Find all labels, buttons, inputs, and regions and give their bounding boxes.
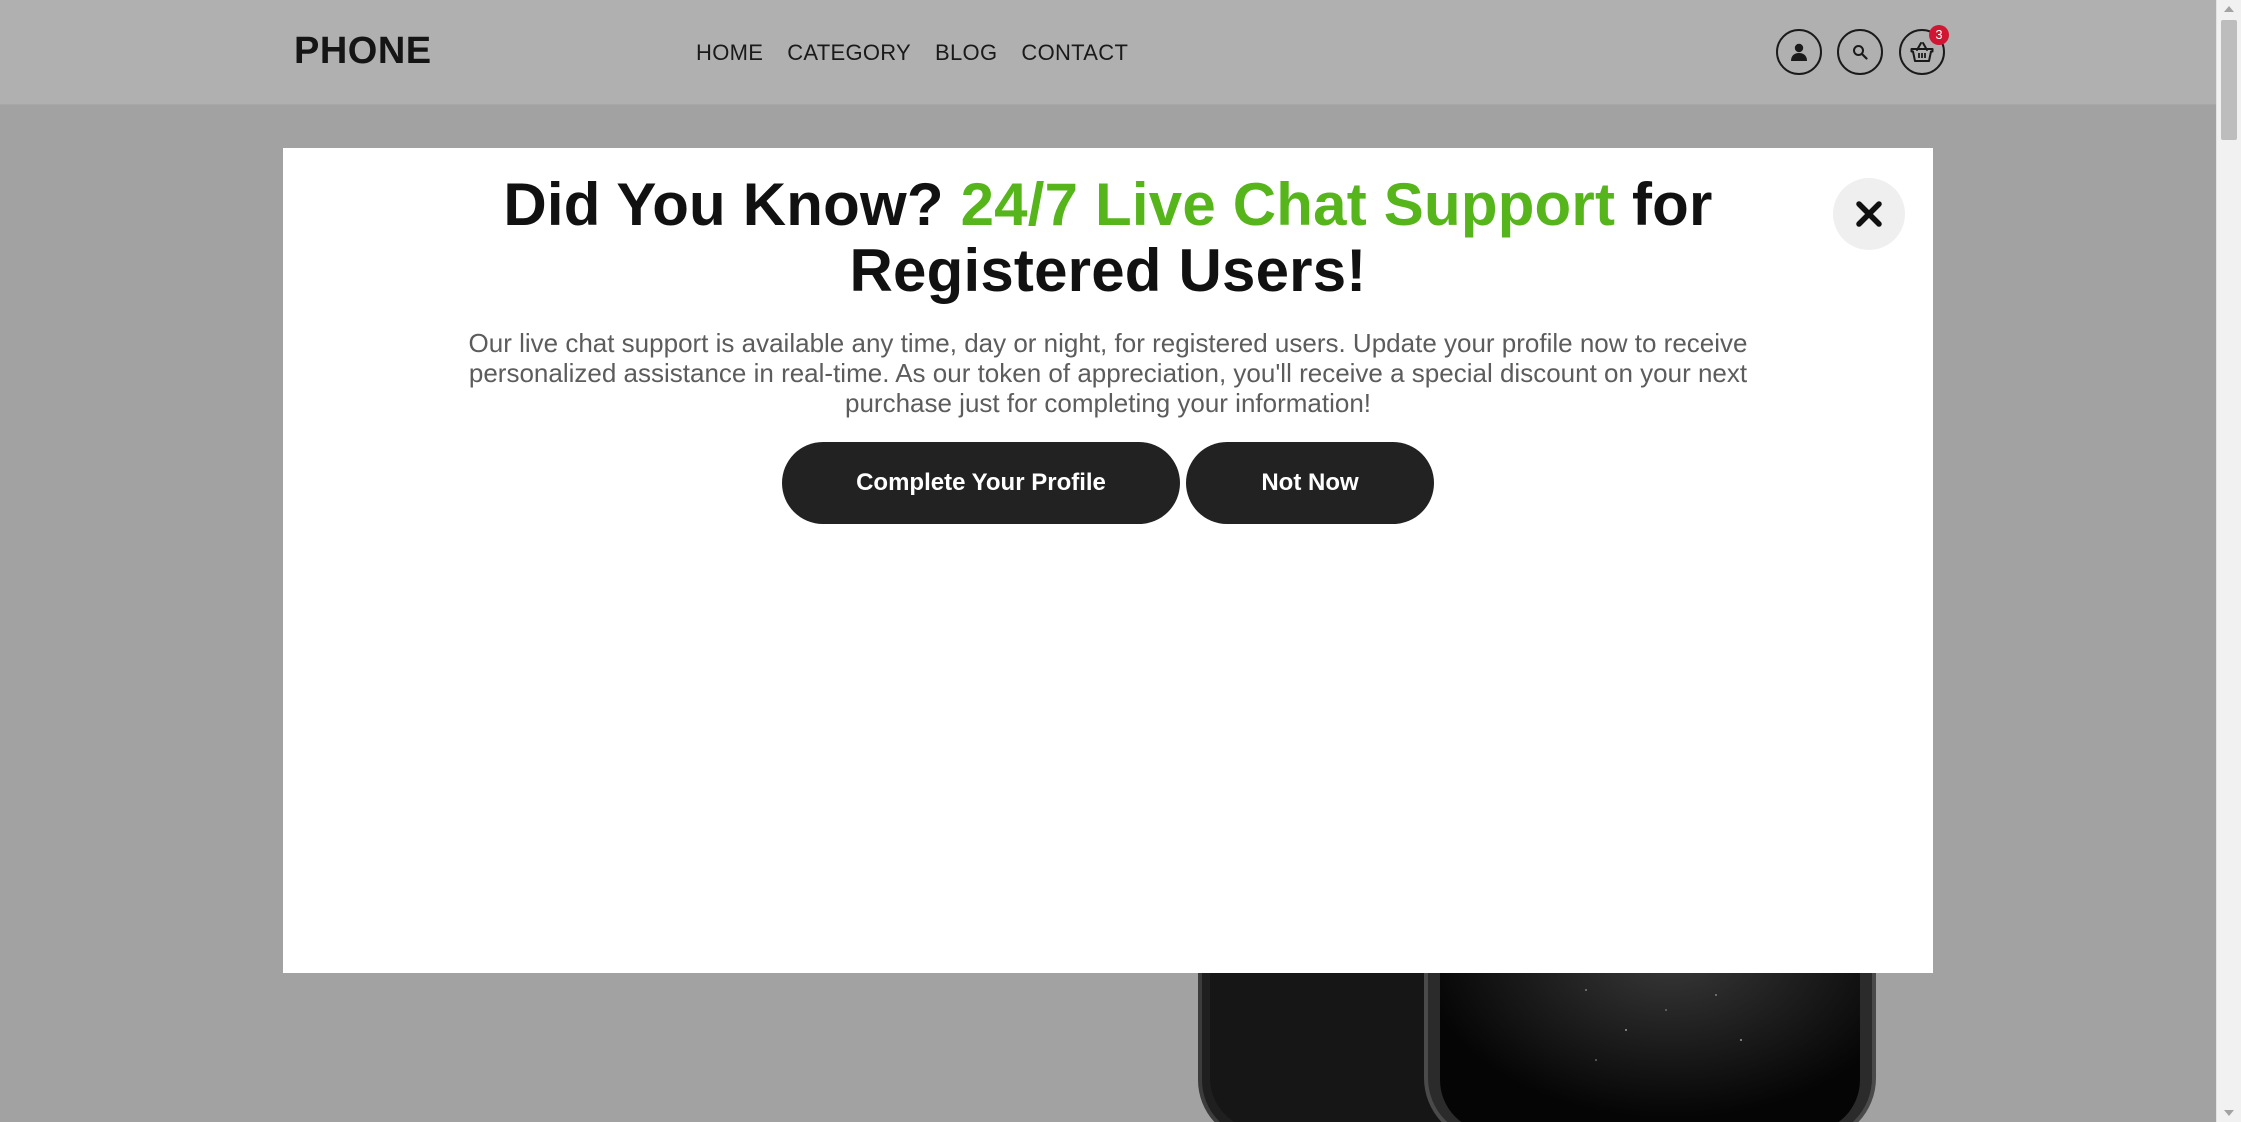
site-header: PHONE HOME CATEGORY BLOG CONTACT 3	[0, 0, 2217, 105]
main-nav: HOME CATEGORY BLOG CONTACT	[696, 40, 1128, 66]
nav-category[interactable]: CATEGORY	[787, 40, 911, 66]
modal-title: Did You Know? 24/7 Live Chat Support for…	[488, 172, 1728, 304]
scroll-thumb[interactable]	[2221, 20, 2237, 140]
close-icon	[1856, 201, 1882, 227]
modal-actions: Complete Your Profile Not Now	[283, 442, 1933, 524]
search-icon	[1853, 45, 1868, 60]
page-scrollbar[interactable]	[2216, 0, 2241, 1122]
modal-title-accent: 24/7 Live Chat Support	[960, 171, 1616, 238]
nav-blog[interactable]: BLOG	[935, 40, 997, 66]
modal-title-prefix: Did You Know?	[503, 171, 944, 238]
basket-icon	[1910, 42, 1934, 62]
modal-close-button[interactable]	[1833, 178, 1905, 250]
nav-contact[interactable]: CONTACT	[1021, 40, 1128, 66]
user-icon	[1791, 43, 1807, 61]
modal-description: Our live chat support is available any t…	[468, 328, 1748, 418]
not-now-button[interactable]: Not Now	[1186, 442, 1434, 524]
search-button[interactable]	[1837, 29, 1883, 75]
cart-count-badge: 3	[1929, 25, 1949, 45]
scroll-down-arrow[interactable]	[2224, 1110, 2234, 1116]
account-button[interactable]	[1776, 29, 1822, 75]
complete-profile-button[interactable]: Complete Your Profile	[782, 442, 1180, 524]
site-logo[interactable]: PHONE	[294, 30, 432, 73]
scroll-up-arrow[interactable]	[2224, 6, 2234, 12]
cart-button[interactable]: 3	[1899, 25, 1949, 75]
nav-home[interactable]: HOME	[696, 40, 763, 66]
profile-promo-modal: Did You Know? 24/7 Live Chat Support for…	[283, 148, 1933, 973]
